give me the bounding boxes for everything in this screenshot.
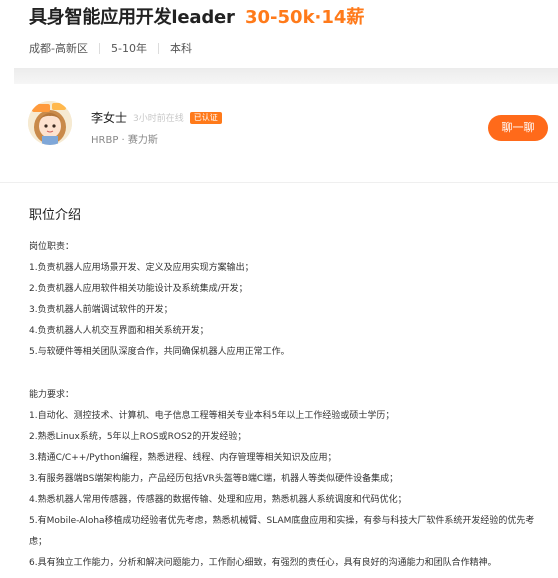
job-title: 具身智能应用开发leader [29, 7, 235, 28]
recruiter-name: 李女士 [91, 111, 128, 125]
requirement-item: 1.自动化、测控技术、计算机、电子信息工程等相关专业本科5年以上工作经验或硕士学… [29, 411, 395, 421]
recruiter-title: HRBP · 赛力斯 [91, 135, 158, 146]
experience: 5-10年 [110, 42, 147, 55]
active-status: 3小时前在线 [133, 114, 184, 124]
location: 成都-高新区 [29, 42, 88, 55]
meta-divider [98, 42, 100, 54]
verified-badge: 已认证 [189, 111, 222, 124]
requirement-item: 2.熟悉Linux系统，5年以上ROS或ROS2的开发经验； [29, 432, 247, 442]
chat-button[interactable]: 聊一聊 [488, 115, 548, 141]
requirement-item: 4.熟悉机器人常用传感器，传感器的数据传输、处理和应用，熟悉机器人系统调度和代码… [29, 495, 407, 505]
duty-item: 1.负责机器人应用场景开发、定义及应用实现方案输出； [29, 263, 254, 273]
requirement-item: 6.具有独立工作能力，分析和解决问题能力，工作耐心细致，有强烈的责任心，具有良好… [29, 558, 497, 568]
duty-item: 3.负责机器人前端调试软件的开发； [29, 305, 173, 315]
duties-heading: 岗位职责： [29, 242, 75, 252]
duty-item: 2.负责机器人应用软件相关功能设计及系统集成/开发； [29, 284, 248, 294]
requirement-item: 5.有Mobile-Aloha移植成功经验者优先考虑，熟悉机械臂、SLAM底盘应… [29, 516, 535, 547]
duty-item: 5.与软硬件等相关团队深度合作，共同确保机器人应用正常工作。 [29, 347, 290, 357]
divider [0, 182, 558, 183]
job-meta: 成都-高新区 5-10年 本科 [29, 40, 192, 56]
job-header: 具身智能应用开发leader 30-50k·14薪 成都-高新区 5-10年 本… [0, 0, 558, 66]
requirement-item: 3.有服务器端BS端架构能力，产品经历包括VR头盔等B端C端，机器人等类似硬件设… [29, 474, 399, 484]
section-band [14, 68, 558, 84]
section-title: 职位介绍 [29, 208, 82, 223]
job-description: 岗位职责： 1.负责机器人应用场景开发、定义及应用实现方案输出； 2.负责机器人… [29, 237, 549, 574]
salary: 30-50k·14薪 [245, 7, 365, 28]
recruiter-card [0, 84, 558, 182]
avatar-image [28, 101, 72, 145]
duty-item: 4.负责机器人人机交互界面和相关系统开发； [29, 326, 209, 336]
avatar[interactable] [28, 101, 72, 145]
meta-divider [157, 42, 159, 54]
education: 本科 [169, 42, 192, 55]
requirement-item: 3.精通C/C++/Python编程，熟悉进程、线程、内存管理等相关知识及应用； [29, 453, 337, 463]
recruiter-name-row: 李女士 3小时前在线 已认证 [91, 109, 222, 126]
requirements-heading: 能力要求： [29, 390, 75, 400]
